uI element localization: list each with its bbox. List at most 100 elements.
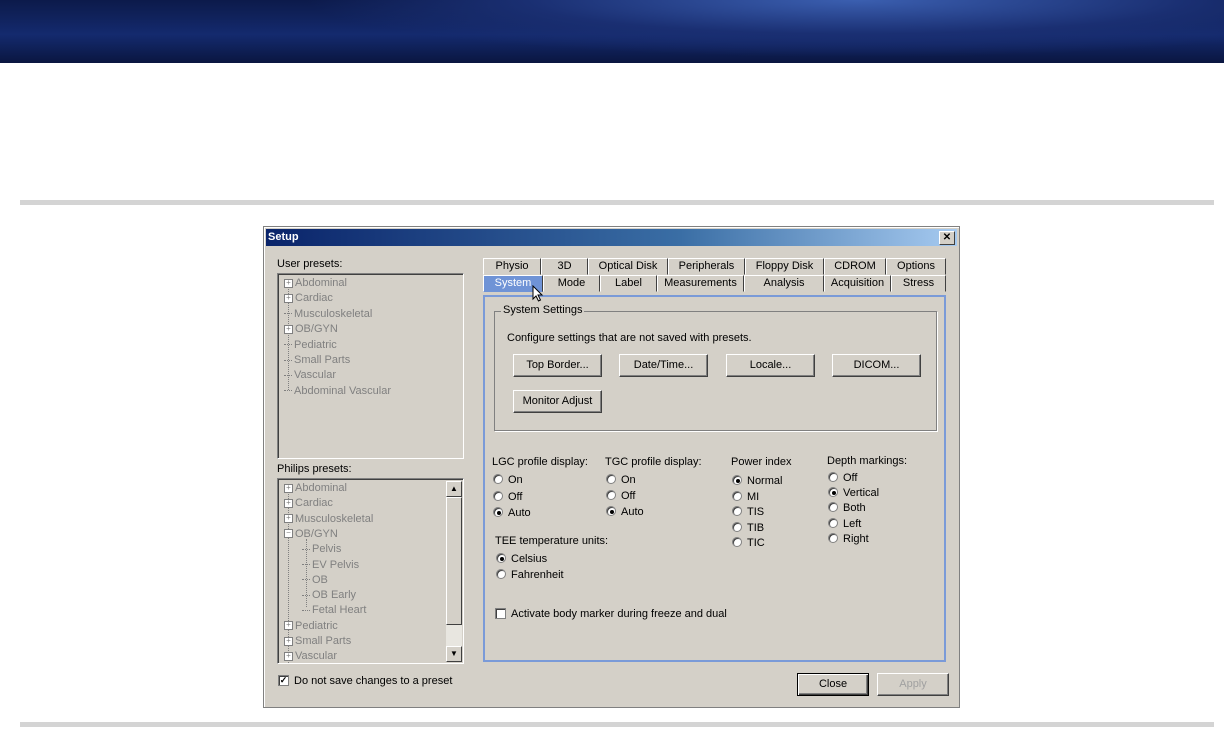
expand-icon[interactable]: +	[284, 621, 293, 631]
user-preset-item[interactable]: Abdominal Vascular	[284, 384, 391, 398]
user-preset-item[interactable]: + Cardiac	[284, 291, 333, 305]
tee-option-celsius[interactable]: Celsius	[496, 553, 547, 567]
scroll-down-icon[interactable]: ▼	[446, 646, 462, 662]
tab-optical-disk[interactable]: Optical Disk	[588, 258, 668, 275]
apply-button[interactable]: Apply	[877, 673, 949, 696]
philips-preset-item[interactable]: + Vascular	[284, 649, 337, 663]
radio-button[interactable]	[493, 490, 503, 501]
lgc-option-off[interactable]: Off	[493, 491, 522, 505]
philips-preset-item[interactable]: OB	[302, 573, 328, 587]
tab-3d[interactable]: 3D	[541, 258, 588, 275]
philips-preset-item[interactable]: Pelvis	[302, 542, 341, 556]
tab-floppy-disk[interactable]: Floppy Disk	[745, 258, 824, 275]
body-marker-checkbox[interactable]: Activate body marker during freeze and d…	[495, 607, 727, 622]
scroll-up-icon[interactable]: ▲	[446, 481, 462, 497]
user-preset-item[interactable]: + Abdominal	[284, 276, 347, 290]
philips-preset-item[interactable]: + Abdominal	[284, 481, 347, 495]
user-preset-item[interactable]: Pediatric	[284, 338, 337, 352]
close-icon[interactable]: ✕	[939, 231, 955, 245]
user-preset-item[interactable]: Vascular	[284, 368, 336, 382]
power-option-normal[interactable]: Normal	[732, 475, 782, 489]
expand-icon[interactable]: +	[284, 498, 293, 508]
tab-physio[interactable]: Physio	[483, 258, 541, 275]
user-preset-item[interactable]: + OB/GYN	[284, 322, 338, 336]
expand-icon[interactable]: +	[284, 636, 293, 646]
tab-cdrom[interactable]: CDROM	[824, 258, 886, 275]
body-marker-check-box[interactable]	[495, 607, 506, 619]
philips-preset-item[interactable]: + Pediatric	[284, 619, 338, 633]
tab-measurements[interactable]: Measurements	[657, 275, 744, 292]
expand-icon[interactable]: +	[284, 293, 293, 303]
monitor-adjust-button[interactable]: Monitor Adjust	[513, 390, 602, 413]
expand-icon[interactable]: +	[284, 324, 293, 334]
philips-preset-item[interactable]: Fetal Heart	[302, 603, 366, 617]
power-option-tib[interactable]: TIB	[732, 522, 764, 536]
expand-icon[interactable]: +	[284, 483, 293, 493]
depth-option-both[interactable]: Both	[828, 502, 866, 516]
tab-label[interactable]: Label	[600, 275, 657, 292]
radio-button[interactable]	[496, 553, 506, 564]
philips-preset-item[interactable]: − OB/GYN	[284, 527, 338, 541]
tgc-option-auto[interactable]: Auto	[606, 506, 644, 520]
radio-button[interactable]	[606, 474, 616, 485]
setup-dialog: Setup ✕ User presets: + Abdominal + Cardiac…	[263, 226, 960, 708]
philips-preset-item[interactable]: + Musculoskeletal	[284, 512, 373, 526]
close-button[interactable]: Close	[797, 673, 869, 696]
radio-button[interactable]	[828, 532, 838, 543]
lgc-option-label: Auto	[508, 507, 531, 519]
radio-button[interactable]	[732, 506, 742, 517]
expand-icon[interactable]: +	[284, 651, 293, 661]
tab-stress[interactable]: Stress	[891, 275, 946, 292]
tab-options[interactable]: Options	[886, 258, 946, 275]
user-preset-item[interactable]: Musculoskeletal	[284, 307, 372, 321]
user-preset-item[interactable]: Small Parts	[284, 353, 350, 367]
philips-preset-item[interactable]: OB Early	[302, 588, 356, 602]
power-option-mi[interactable]: MI	[732, 491, 759, 505]
philips-preset-item[interactable]: + Cardiac	[284, 496, 333, 510]
power-option-tic[interactable]: TIC	[732, 537, 765, 551]
radio-button[interactable]	[828, 472, 838, 483]
expand-icon[interactable]: +	[284, 278, 293, 288]
depth-option-left[interactable]: Left	[828, 518, 861, 532]
radio-button[interactable]	[732, 537, 742, 548]
tgc-option-off[interactable]: Off	[606, 490, 635, 504]
radio-button[interactable]	[493, 474, 503, 485]
user-presets-tree[interactable]: + Abdominal + Cardiac Musculoskeletal + OB/GYN…	[277, 273, 464, 459]
radio-button[interactable]	[732, 521, 742, 532]
radio-button[interactable]	[493, 507, 503, 518]
philips-scrollbar[interactable]: ▲ ▼	[446, 481, 462, 662]
depth-option-vertical[interactable]: Vertical	[828, 487, 879, 501]
locale-button[interactable]: Locale...	[726, 354, 815, 377]
date-time-button[interactable]: Date/Time...	[619, 354, 708, 377]
radio-button[interactable]	[828, 502, 838, 513]
tgc-option-on[interactable]: On	[606, 474, 636, 488]
radio-button[interactable]	[606, 506, 616, 517]
lgc-option-auto[interactable]: Auto	[493, 507, 531, 521]
radio-button[interactable]	[496, 569, 506, 580]
tab-mode[interactable]: Mode	[543, 275, 600, 292]
radio-button[interactable]	[828, 517, 838, 528]
tab-peripherals[interactable]: Peripherals	[668, 258, 745, 275]
philips-presets-tree[interactable]: ▲ ▼ + Abdominal + Cardiac + Musculoskeletal − O…	[277, 478, 464, 664]
lgc-option-on[interactable]: On	[493, 474, 523, 488]
power-option-tis[interactable]: TIS	[732, 506, 764, 520]
no-save-check-box[interactable]: ✓	[278, 674, 289, 686]
depth-option-off[interactable]: Off	[828, 472, 857, 486]
collapse-icon[interactable]: −	[284, 529, 293, 539]
top-border-button[interactable]: Top Border...	[513, 354, 602, 377]
scroll-thumb[interactable]	[446, 497, 462, 625]
radio-button[interactable]	[732, 490, 742, 501]
philips-preset-item[interactable]: EV Pelvis	[302, 558, 359, 572]
depth-option-right[interactable]: Right	[828, 533, 869, 547]
radio-button[interactable]	[828, 487, 838, 498]
expand-icon[interactable]: +	[284, 514, 293, 524]
tee-option-fahrenheit[interactable]: Fahrenheit	[496, 569, 564, 583]
tab-acquisition[interactable]: Acquisition	[824, 275, 891, 292]
philips-preset-item[interactable]: + Small Parts	[284, 634, 351, 648]
radio-button[interactable]	[606, 490, 616, 501]
tree-connector	[284, 374, 292, 376]
tab-analysis[interactable]: Analysis	[744, 275, 824, 292]
radio-button[interactable]	[732, 475, 742, 486]
no-save-checkbox[interactable]: ✓ Do not save changes to a preset	[278, 674, 452, 689]
dicom-button[interactable]: DICOM...	[832, 354, 921, 377]
